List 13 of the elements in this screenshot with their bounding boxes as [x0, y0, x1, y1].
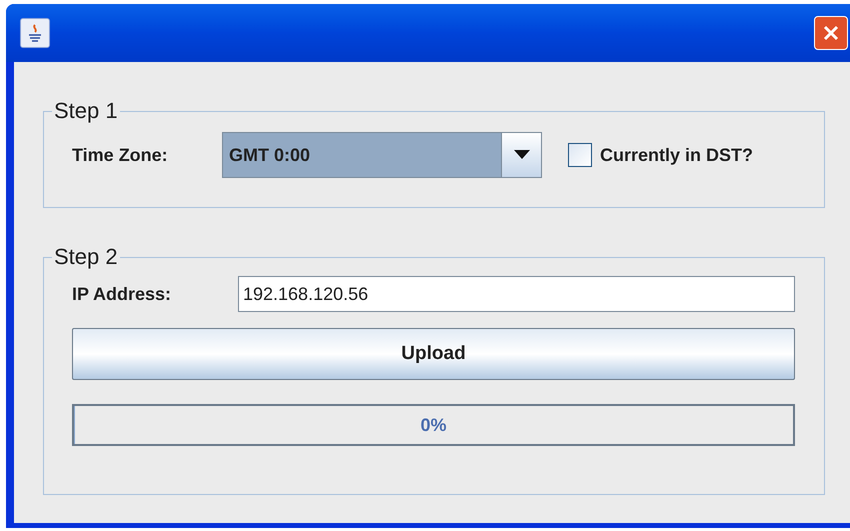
close-button[interactable]: [814, 16, 848, 50]
time-zone-label: Time Zone:: [72, 144, 169, 166]
dst-checkbox[interactable]: [568, 143, 592, 167]
upload-button[interactable]: Upload: [72, 328, 795, 380]
group-title: Step 2: [53, 246, 119, 268]
close-icon: [821, 23, 841, 43]
time-zone-dropdown[interactable]: GMT 0:00: [222, 132, 542, 178]
dst-label: Currently in DST?: [600, 144, 754, 167]
ip-address-label: IP Address:: [72, 282, 172, 306]
cup-icon: [20, 18, 50, 48]
progress-reading: 0%: [420, 414, 446, 436]
ip-address-field[interactable]: 192.168.120.56: [238, 276, 795, 312]
group-title: Step 1: [53, 100, 119, 122]
